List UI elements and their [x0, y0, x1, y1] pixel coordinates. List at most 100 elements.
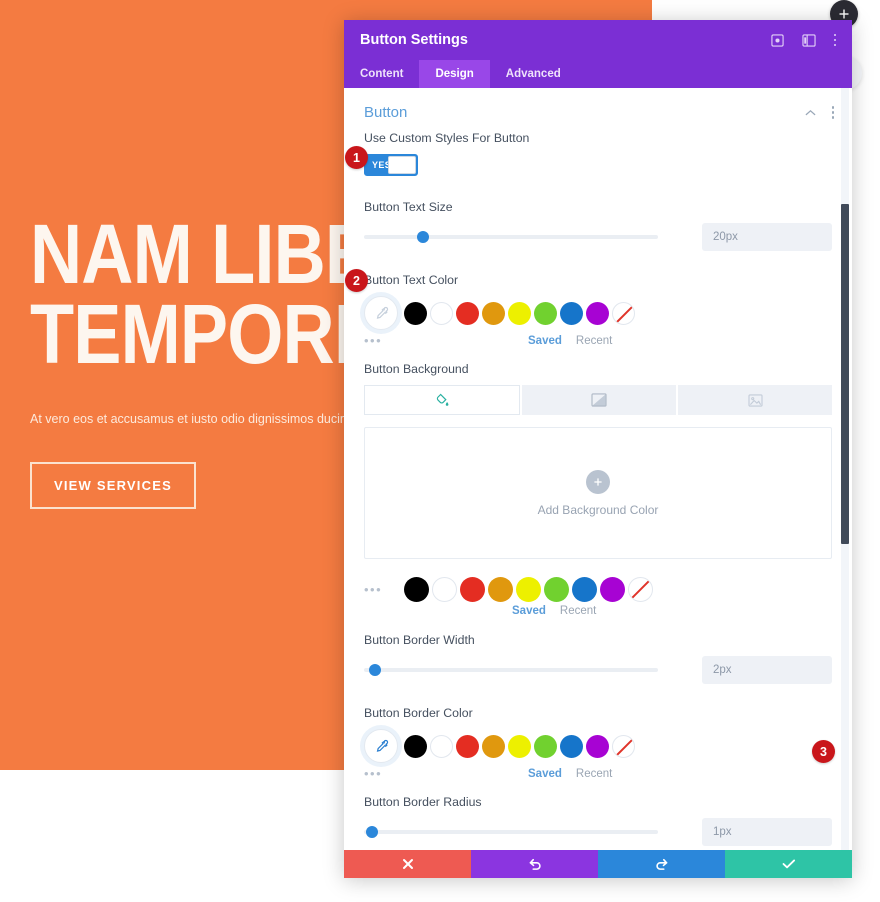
more-dots-icon[interactable]: ••• [364, 766, 420, 781]
swatch-none[interactable] [612, 734, 635, 758]
panel-tabs: Content Design Advanced [344, 60, 852, 88]
border-color-label: Button Border Color [364, 706, 473, 720]
panel-header-actions [770, 33, 836, 47]
swatch-red[interactable] [456, 734, 479, 758]
swatch-white[interactable] [432, 577, 457, 602]
text-color-palette-footer: ••• Saved Recent [344, 330, 852, 348]
border-radius-slider[interactable] [364, 825, 666, 839]
text-size-slider-row: 20px [344, 223, 852, 251]
tab-content[interactable]: Content [344, 60, 419, 88]
text-size-label: Button Text Size [364, 200, 453, 214]
swatch-blue[interactable] [560, 734, 583, 758]
panel-footer [344, 850, 852, 878]
eyedropper-icon[interactable] [364, 729, 398, 763]
swatch-yellow[interactable] [508, 734, 531, 758]
border-color-palette-footer: ••• Saved Recent [344, 763, 852, 781]
tab-design[interactable]: Design [419, 60, 490, 88]
background-label: Button Background [364, 362, 469, 376]
recent-colors-link[interactable]: Recent [560, 605, 596, 617]
save-button[interactable] [725, 850, 852, 878]
swatch-orange[interactable] [482, 734, 505, 758]
swatch-red[interactable] [456, 301, 479, 325]
background-type-tabs [344, 385, 852, 415]
border-width-field: Button Border Width [344, 617, 852, 647]
border-radius-field: Button Border Radius [344, 781, 852, 809]
swatch-purple[interactable] [600, 577, 625, 602]
saved-colors-link[interactable]: Saved [512, 605, 546, 617]
slider-knob[interactable] [417, 231, 429, 243]
annotation-badge-3: 3 [812, 740, 835, 763]
text-color-palette [344, 296, 852, 330]
cancel-button[interactable] [344, 850, 471, 878]
text-size-field: Button Text Size [344, 200, 852, 214]
swatch-green[interactable] [534, 301, 557, 325]
swatch-white[interactable] [430, 301, 453, 325]
swatch-black[interactable] [404, 734, 427, 758]
redo-button[interactable] [598, 850, 725, 878]
add-background-color-dropzone[interactable]: Add Background Color [364, 427, 832, 559]
chevron-up-icon[interactable] [804, 106, 816, 120]
undo-button[interactable] [471, 850, 598, 878]
swatch-green[interactable] [534, 734, 557, 758]
border-radius-label: Button Border Radius [364, 795, 482, 809]
panel-header: Button Settings [344, 20, 852, 60]
annotation-badge-2: 2 [345, 269, 368, 292]
swatch-orange[interactable] [488, 577, 513, 602]
section-more-options-icon[interactable] [831, 106, 834, 119]
background-palette-footer: Saved Recent [344, 602, 852, 617]
saved-colors-link[interactable]: Saved [528, 335, 562, 347]
swatch-orange[interactable] [482, 301, 505, 325]
recent-colors-link[interactable]: Recent [576, 335, 612, 347]
eyedropper-icon[interactable] [364, 296, 398, 330]
swatch-yellow[interactable] [516, 577, 541, 602]
slider-knob[interactable] [366, 826, 378, 838]
background-field: Button Background [344, 348, 852, 376]
border-width-label: Button Border Width [364, 633, 475, 647]
slider-knob[interactable] [369, 664, 381, 676]
recent-colors-link[interactable]: Recent [576, 768, 612, 780]
border-width-slider[interactable] [364, 663, 666, 677]
custom-styles-field: Use Custom Styles For Button [344, 131, 852, 145]
plus-icon [586, 469, 610, 494]
button-section-header[interactable]: Button [344, 88, 852, 131]
swatch-blue[interactable] [560, 301, 583, 325]
slider-track [364, 235, 658, 239]
swatch-purple[interactable] [586, 301, 609, 325]
background-image-tab[interactable] [678, 385, 832, 415]
swatch-white[interactable] [430, 734, 453, 758]
custom-styles-toggle[interactable]: YES [364, 154, 418, 176]
panel-body: Button Use Custom Styles For Button YES [344, 88, 852, 850]
more-dots-icon[interactable]: ••• [364, 333, 420, 348]
saved-colors-link[interactable]: Saved [528, 768, 562, 780]
border-radius-value[interactable]: 1px [702, 818, 832, 846]
more-options-icon[interactable] [833, 33, 836, 47]
button-settings-panel: Button Settings Content Design Advanced [344, 20, 852, 878]
more-dots-icon[interactable]: ••• [364, 582, 404, 597]
swatch-red[interactable] [460, 577, 485, 602]
custom-styles-label: Use Custom Styles For Button [364, 131, 530, 145]
swatch-green[interactable] [544, 577, 569, 602]
tab-advanced[interactable]: Advanced [490, 60, 577, 88]
custom-styles-toggle-row: YES [344, 154, 852, 176]
text-size-slider[interactable] [364, 230, 666, 244]
text-color-label: Button Text Color [364, 273, 459, 287]
background-color-tab[interactable] [364, 385, 520, 415]
swatch-none[interactable] [628, 577, 653, 602]
swatch-black[interactable] [404, 577, 429, 602]
section-title: Button [364, 104, 408, 121]
layout-panel-icon[interactable] [801, 33, 816, 47]
swatch-purple[interactable] [586, 734, 609, 758]
focus-target-icon[interactable] [770, 33, 784, 47]
settings-scroll-area: Button Use Custom Styles For Button YES [344, 88, 852, 850]
swatch-yellow[interactable] [508, 301, 531, 325]
swatch-blue[interactable] [572, 577, 597, 602]
swatch-black[interactable] [404, 301, 427, 325]
scrollbar-thumb[interactable] [841, 204, 849, 544]
border-width-value[interactable]: 2px [702, 656, 832, 684]
swatch-none[interactable] [612, 301, 635, 325]
view-services-button[interactable]: VIEW SERVICES [30, 462, 196, 510]
slider-track [364, 668, 658, 672]
border-radius-slider-row: 1px [344, 818, 852, 846]
background-gradient-tab[interactable] [522, 385, 676, 415]
text-size-value[interactable]: 20px [702, 223, 832, 251]
